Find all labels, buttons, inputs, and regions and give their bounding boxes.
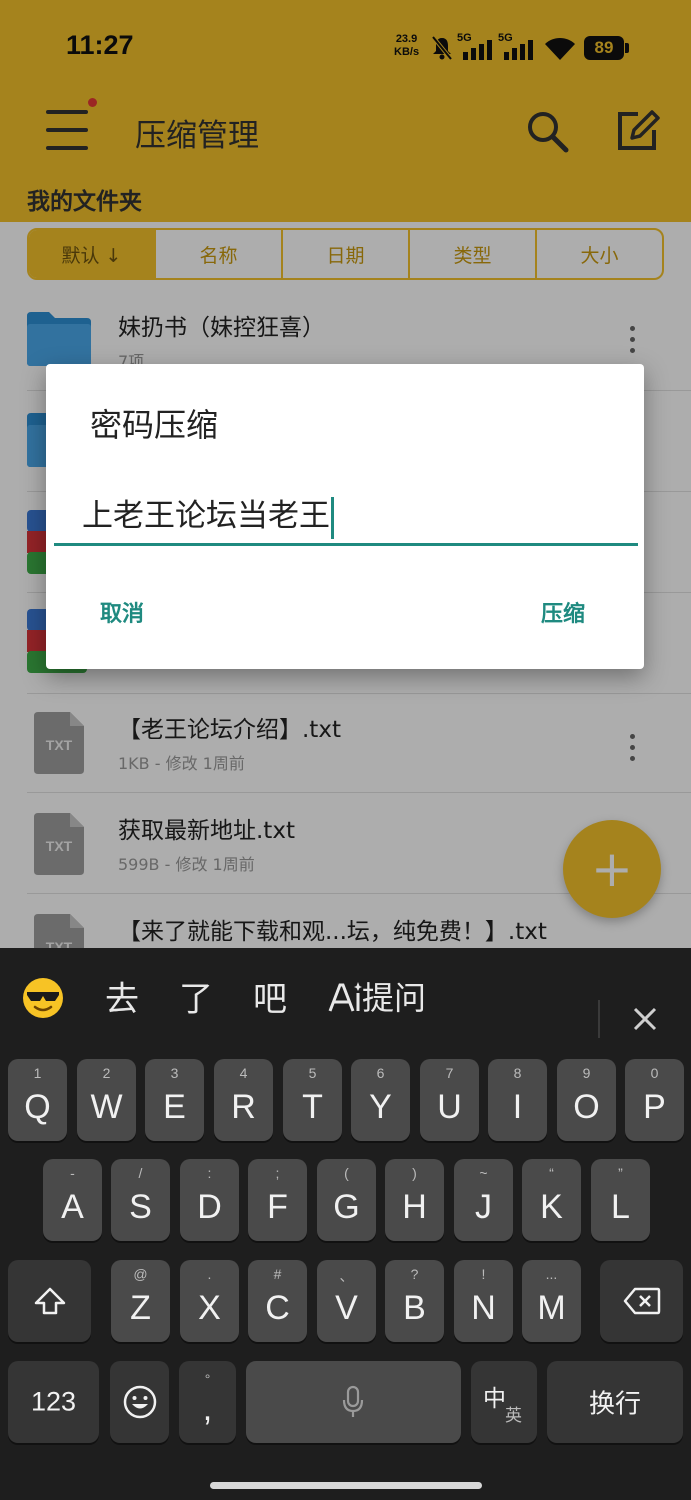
compress-button[interactable]: 压缩: [541, 596, 585, 628]
key-f[interactable]: ; F: [248, 1159, 307, 1241]
language-sub-label: 英: [505, 1406, 522, 1425]
key-o[interactable]: 9O: [557, 1059, 616, 1141]
key-s[interactable]: / S: [111, 1159, 170, 1241]
soft-keyboard: 去 了 吧 提问 1Q 2W 3E 4R 5T 6Y 7U 8I 9O 0P -…: [0, 948, 691, 1500]
key-u[interactable]: 7U: [420, 1059, 479, 1141]
key-t[interactable]: 5T: [283, 1059, 342, 1141]
backspace-key[interactable]: [600, 1260, 683, 1342]
key-k[interactable]: “K: [522, 1159, 581, 1241]
key-h[interactable]: ) H: [385, 1159, 444, 1241]
suggestion-1[interactable]: 去: [105, 972, 139, 1021]
key-n[interactable]: ! N: [454, 1260, 513, 1342]
shift-icon: [34, 1287, 66, 1315]
key-g[interactable]: (G: [317, 1159, 376, 1241]
key-w[interactable]: 2W: [77, 1059, 136, 1141]
space-key[interactable]: [246, 1361, 461, 1443]
key-e[interactable]: 3E: [145, 1059, 204, 1141]
key-q[interactable]: 1Q: [8, 1059, 67, 1141]
key-i[interactable]: 8I: [488, 1059, 547, 1141]
key-r[interactable]: 4R: [214, 1059, 273, 1141]
password-input-value: 上老王论坛当老王: [82, 498, 330, 534]
emoji-key[interactable]: [110, 1361, 169, 1443]
key-y[interactable]: 6Y: [351, 1059, 410, 1141]
key-p[interactable]: 0P: [625, 1059, 684, 1141]
cancel-button[interactable]: 取消: [100, 596, 144, 628]
ai-icon: [328, 982, 362, 1012]
key-v[interactable]: 、 V: [317, 1260, 376, 1342]
language-main-label: 中: [483, 1385, 506, 1411]
text-caret: [331, 497, 334, 539]
suggestion-bar: 去 了 吧 提问: [0, 948, 691, 1048]
key-m[interactable]: ... M: [522, 1260, 581, 1342]
dialog-title: 密码压缩: [90, 406, 219, 444]
numbers-key[interactable]: 123: [8, 1361, 99, 1443]
ai-ask-label: 提问: [362, 979, 427, 1017]
shift-key[interactable]: [8, 1260, 91, 1342]
key-b[interactable]: ? B: [385, 1260, 444, 1342]
key-z[interactable]: @ Z: [111, 1260, 170, 1342]
key-j[interactable]: ~ J: [454, 1159, 513, 1241]
close-icon[interactable]: [630, 1004, 660, 1034]
key-c[interactable]: # C: [248, 1260, 307, 1342]
suggestion-3[interactable]: 吧: [253, 972, 287, 1021]
backspace-icon: [623, 1287, 661, 1315]
suggestion-2[interactable]: 了: [179, 972, 213, 1021]
comma-key[interactable]: ° ,: [179, 1361, 236, 1443]
enter-key[interactable]: 换行: [547, 1361, 683, 1443]
key-a[interactable]: -A: [43, 1159, 102, 1241]
language-switch-key[interactable]: 中 英: [471, 1361, 537, 1443]
key-l[interactable]: ” L: [591, 1159, 650, 1241]
home-indicator[interactable]: [210, 1482, 482, 1489]
key-d[interactable]: :D: [180, 1159, 239, 1241]
sunglasses-emoji-icon[interactable]: [22, 977, 64, 1019]
smiley-icon: [123, 1385, 157, 1419]
password-compress-dialog: 密码压缩 上老王论坛当老王 取消 压缩: [46, 364, 644, 669]
key-x[interactable]: .X: [180, 1260, 239, 1342]
password-input[interactable]: 上老王论坛当老王: [54, 472, 638, 546]
microphone-icon: [342, 1385, 364, 1417]
ai-ask-button[interactable]: 提问: [328, 973, 426, 1019]
